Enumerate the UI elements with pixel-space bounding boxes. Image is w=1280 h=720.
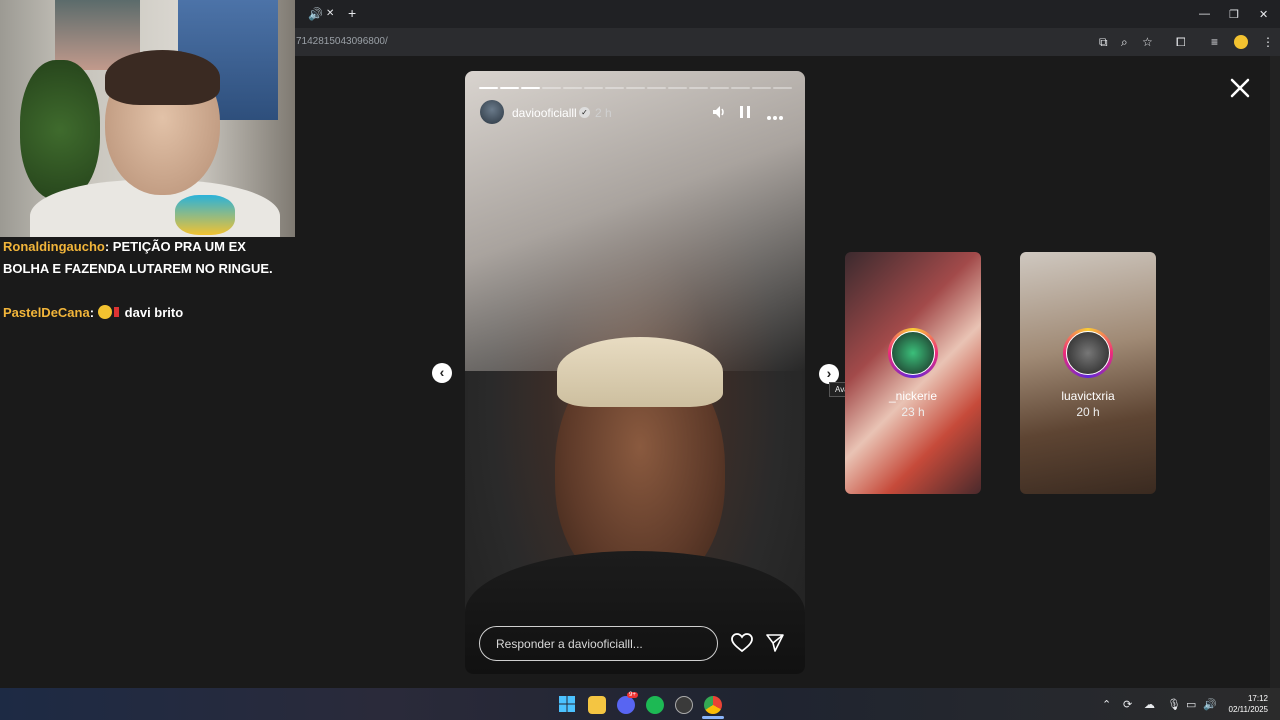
tab-close-icon[interactable]: ✕: [326, 8, 334, 20]
app-icon[interactable]: [675, 696, 693, 714]
more-icon[interactable]: [766, 108, 784, 126]
chevron-right-icon[interactable]: ›: [819, 364, 839, 384]
progress-segment: [689, 87, 708, 89]
story-time: 2 h: [595, 106, 612, 120]
preview-time: 20 h: [1076, 405, 1100, 419]
story-media[interactable]: [465, 71, 805, 674]
cloud-icon[interactable]: ☁: [1144, 698, 1155, 711]
install-icon[interactable]: ⧉: [1099, 36, 1108, 48]
clock-time: 17:12: [1247, 694, 1268, 703]
chat-text: davi brito: [124, 305, 184, 320]
browser-menu-icon[interactable]: ⋮: [1262, 36, 1274, 48]
clock[interactable]: 17:12 02/11/2025: [1222, 693, 1268, 715]
reply-input[interactable]: Responder a daviooficialll...: [479, 626, 718, 661]
progress-segment: [500, 87, 519, 89]
progress-segment: [563, 87, 582, 89]
speaker-icon[interactable]: 🔊: [1203, 698, 1217, 711]
plant: [20, 60, 100, 200]
microphone: [175, 195, 235, 235]
progress-segment: [542, 87, 561, 89]
close-icon[interactable]: [1229, 77, 1251, 99]
progress-segment: [479, 87, 498, 89]
zoom-icon[interactable]: ⌕: [1121, 36, 1128, 48]
url-text[interactable]: 7142815043096800/: [296, 36, 388, 47]
progress-segment: [626, 87, 645, 89]
progress-segment: [752, 87, 771, 89]
preview-username: _nickerie: [888, 389, 938, 403]
progress-segment: [521, 87, 540, 89]
heart-icon[interactable]: [731, 633, 753, 658]
tab-audio-icon[interactable]: 🔊: [308, 8, 323, 20]
emote-icon: [97, 305, 112, 319]
preview-avatar-ring: [1063, 328, 1113, 378]
chat-message: Ronaldingaucho: PETIÇÃO PRA UM EX BOLHA …: [3, 239, 273, 276]
profile-avatar[interactable]: [1234, 35, 1248, 49]
active-app-indicator: [702, 716, 724, 719]
emote-icon: [113, 307, 119, 317]
progress-segment: [731, 87, 750, 89]
story-username[interactable]: daviooficialll: [512, 106, 577, 120]
preview-time: 23 h: [901, 405, 925, 419]
reply-placeholder: Responder a daviooficialll...: [496, 637, 643, 651]
volume-icon[interactable]: [711, 104, 727, 125]
window-close-icon[interactable]: ✕: [1259, 8, 1268, 21]
taskbar: [0, 688, 1280, 720]
progress-segment: [773, 87, 792, 89]
mic-icon[interactable]: 🎙: [1167, 698, 1181, 711]
progress-segment: [605, 87, 624, 89]
tray-sync-icon[interactable]: ⟳: [1123, 698, 1132, 711]
discord-icon[interactable]: [617, 696, 635, 714]
webcam-overlay: [0, 0, 295, 237]
new-tab-button[interactable]: +: [348, 6, 356, 20]
chevron-left-icon[interactable]: ‹: [432, 363, 452, 383]
progress-segment: [710, 87, 729, 89]
progress-segment: [647, 87, 666, 89]
story-preview-card[interactable]: luavictxria 20 h: [1020, 252, 1156, 494]
story-preview-card[interactable]: _nickerie 23 h: [845, 252, 981, 494]
verified-icon: ✓: [579, 107, 590, 118]
spotify-icon[interactable]: [646, 696, 664, 714]
chat-username: Ronaldingaucho: [3, 239, 105, 254]
chat-message: PastelDeCana: davi brito: [3, 305, 184, 320]
pause-icon[interactable]: [739, 105, 751, 124]
progress-segment: [584, 87, 603, 89]
restore-icon[interactable]: ❐: [1229, 8, 1239, 21]
minimize-icon[interactable]: —: [1199, 8, 1210, 20]
chat-username: PastelDeCana: [3, 305, 90, 320]
streamer-hair: [105, 50, 220, 105]
tray-chevron-icon[interactable]: ⌃: [1102, 698, 1111, 711]
progress-segment: [668, 87, 687, 89]
preview-username: luavictxria: [1061, 389, 1115, 403]
discord-badge: 9+: [627, 692, 638, 698]
clock-date: 02/11/2025: [1228, 705, 1268, 714]
extensions-icon[interactable]: ⧠: [1176, 36, 1186, 48]
windows-start-icon[interactable]: [559, 696, 575, 712]
media-control-icon[interactable]: ≡: [1211, 36, 1218, 48]
preview-avatar-ring: [888, 328, 938, 378]
send-icon[interactable]: [765, 633, 785, 658]
story-person-hair: [557, 337, 723, 407]
chrome-icon[interactable]: [704, 696, 722, 714]
network-icon[interactable]: ▭: [1186, 698, 1196, 711]
file-explorer-icon[interactable]: [588, 696, 606, 714]
bookmark-star-icon[interactable]: ☆: [1142, 36, 1153, 48]
page-scrollbar[interactable]: [1270, 56, 1280, 688]
story-avatar[interactable]: [480, 100, 504, 124]
